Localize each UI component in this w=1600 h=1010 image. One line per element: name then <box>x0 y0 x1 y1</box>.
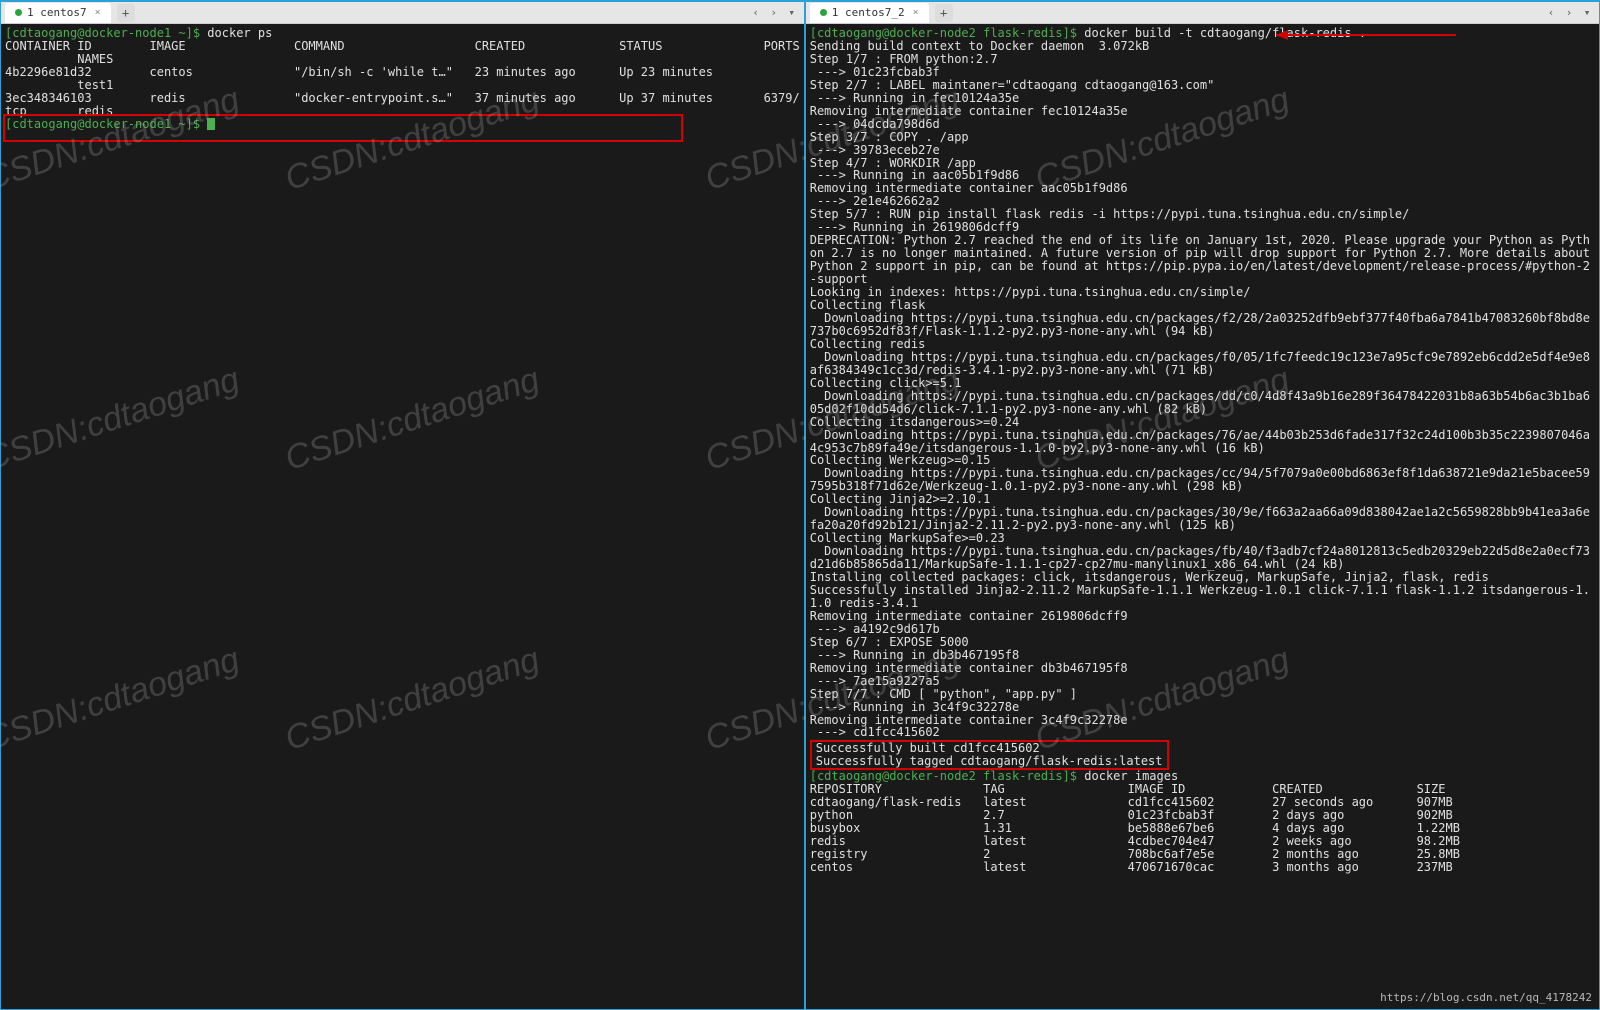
tab-right-controls: ‹ › ▾ <box>748 5 800 21</box>
menu-icon[interactable]: ▾ <box>1579 5 1595 21</box>
close-icon[interactable]: × <box>95 7 101 18</box>
new-tab-button[interactable]: + <box>935 4 953 22</box>
right-pane: 1 centos7_2 × + ‹ › ▾ [cdtaogang@docker-… <box>805 0 1600 1010</box>
left-tab-bar: 1 centos7 × + ‹ › ▾ <box>1 2 804 24</box>
chevron-right-icon[interactable]: › <box>1561 5 1577 21</box>
left-terminal[interactable]: [cdtaogang@docker-node1 ~]$ docker ps CO… <box>1 24 804 1009</box>
tab-label: 1 centos7_2 <box>832 6 905 19</box>
close-icon[interactable]: × <box>913 7 919 18</box>
menu-icon[interactable]: ▾ <box>784 5 800 21</box>
tab-centos7-2[interactable]: 1 centos7_2 × <box>810 3 929 23</box>
footer-url: https://blog.csdn.net/qq_4178242 <box>1380 991 1592 1004</box>
chevron-right-icon[interactable]: › <box>766 5 782 21</box>
new-tab-button[interactable]: + <box>117 4 135 22</box>
tab-centos7[interactable]: 1 centos7 × <box>5 3 111 23</box>
right-terminal[interactable]: [cdtaogang@docker-node2 flask-redis]$ do… <box>806 24 1599 1009</box>
left-pane: 1 centos7 × + ‹ › ▾ [cdtaogang@docker-no… <box>0 0 805 1010</box>
chevron-left-icon[interactable]: ‹ <box>748 5 764 21</box>
connection-dot-icon <box>820 9 827 16</box>
right-tab-bar: 1 centos7_2 × + ‹ › ▾ <box>806 2 1599 24</box>
tab-label: 1 centos7 <box>27 6 87 19</box>
chevron-left-icon[interactable]: ‹ <box>1543 5 1559 21</box>
tab-right-controls: ‹ › ▾ <box>1543 5 1595 21</box>
connection-dot-icon <box>15 9 22 16</box>
